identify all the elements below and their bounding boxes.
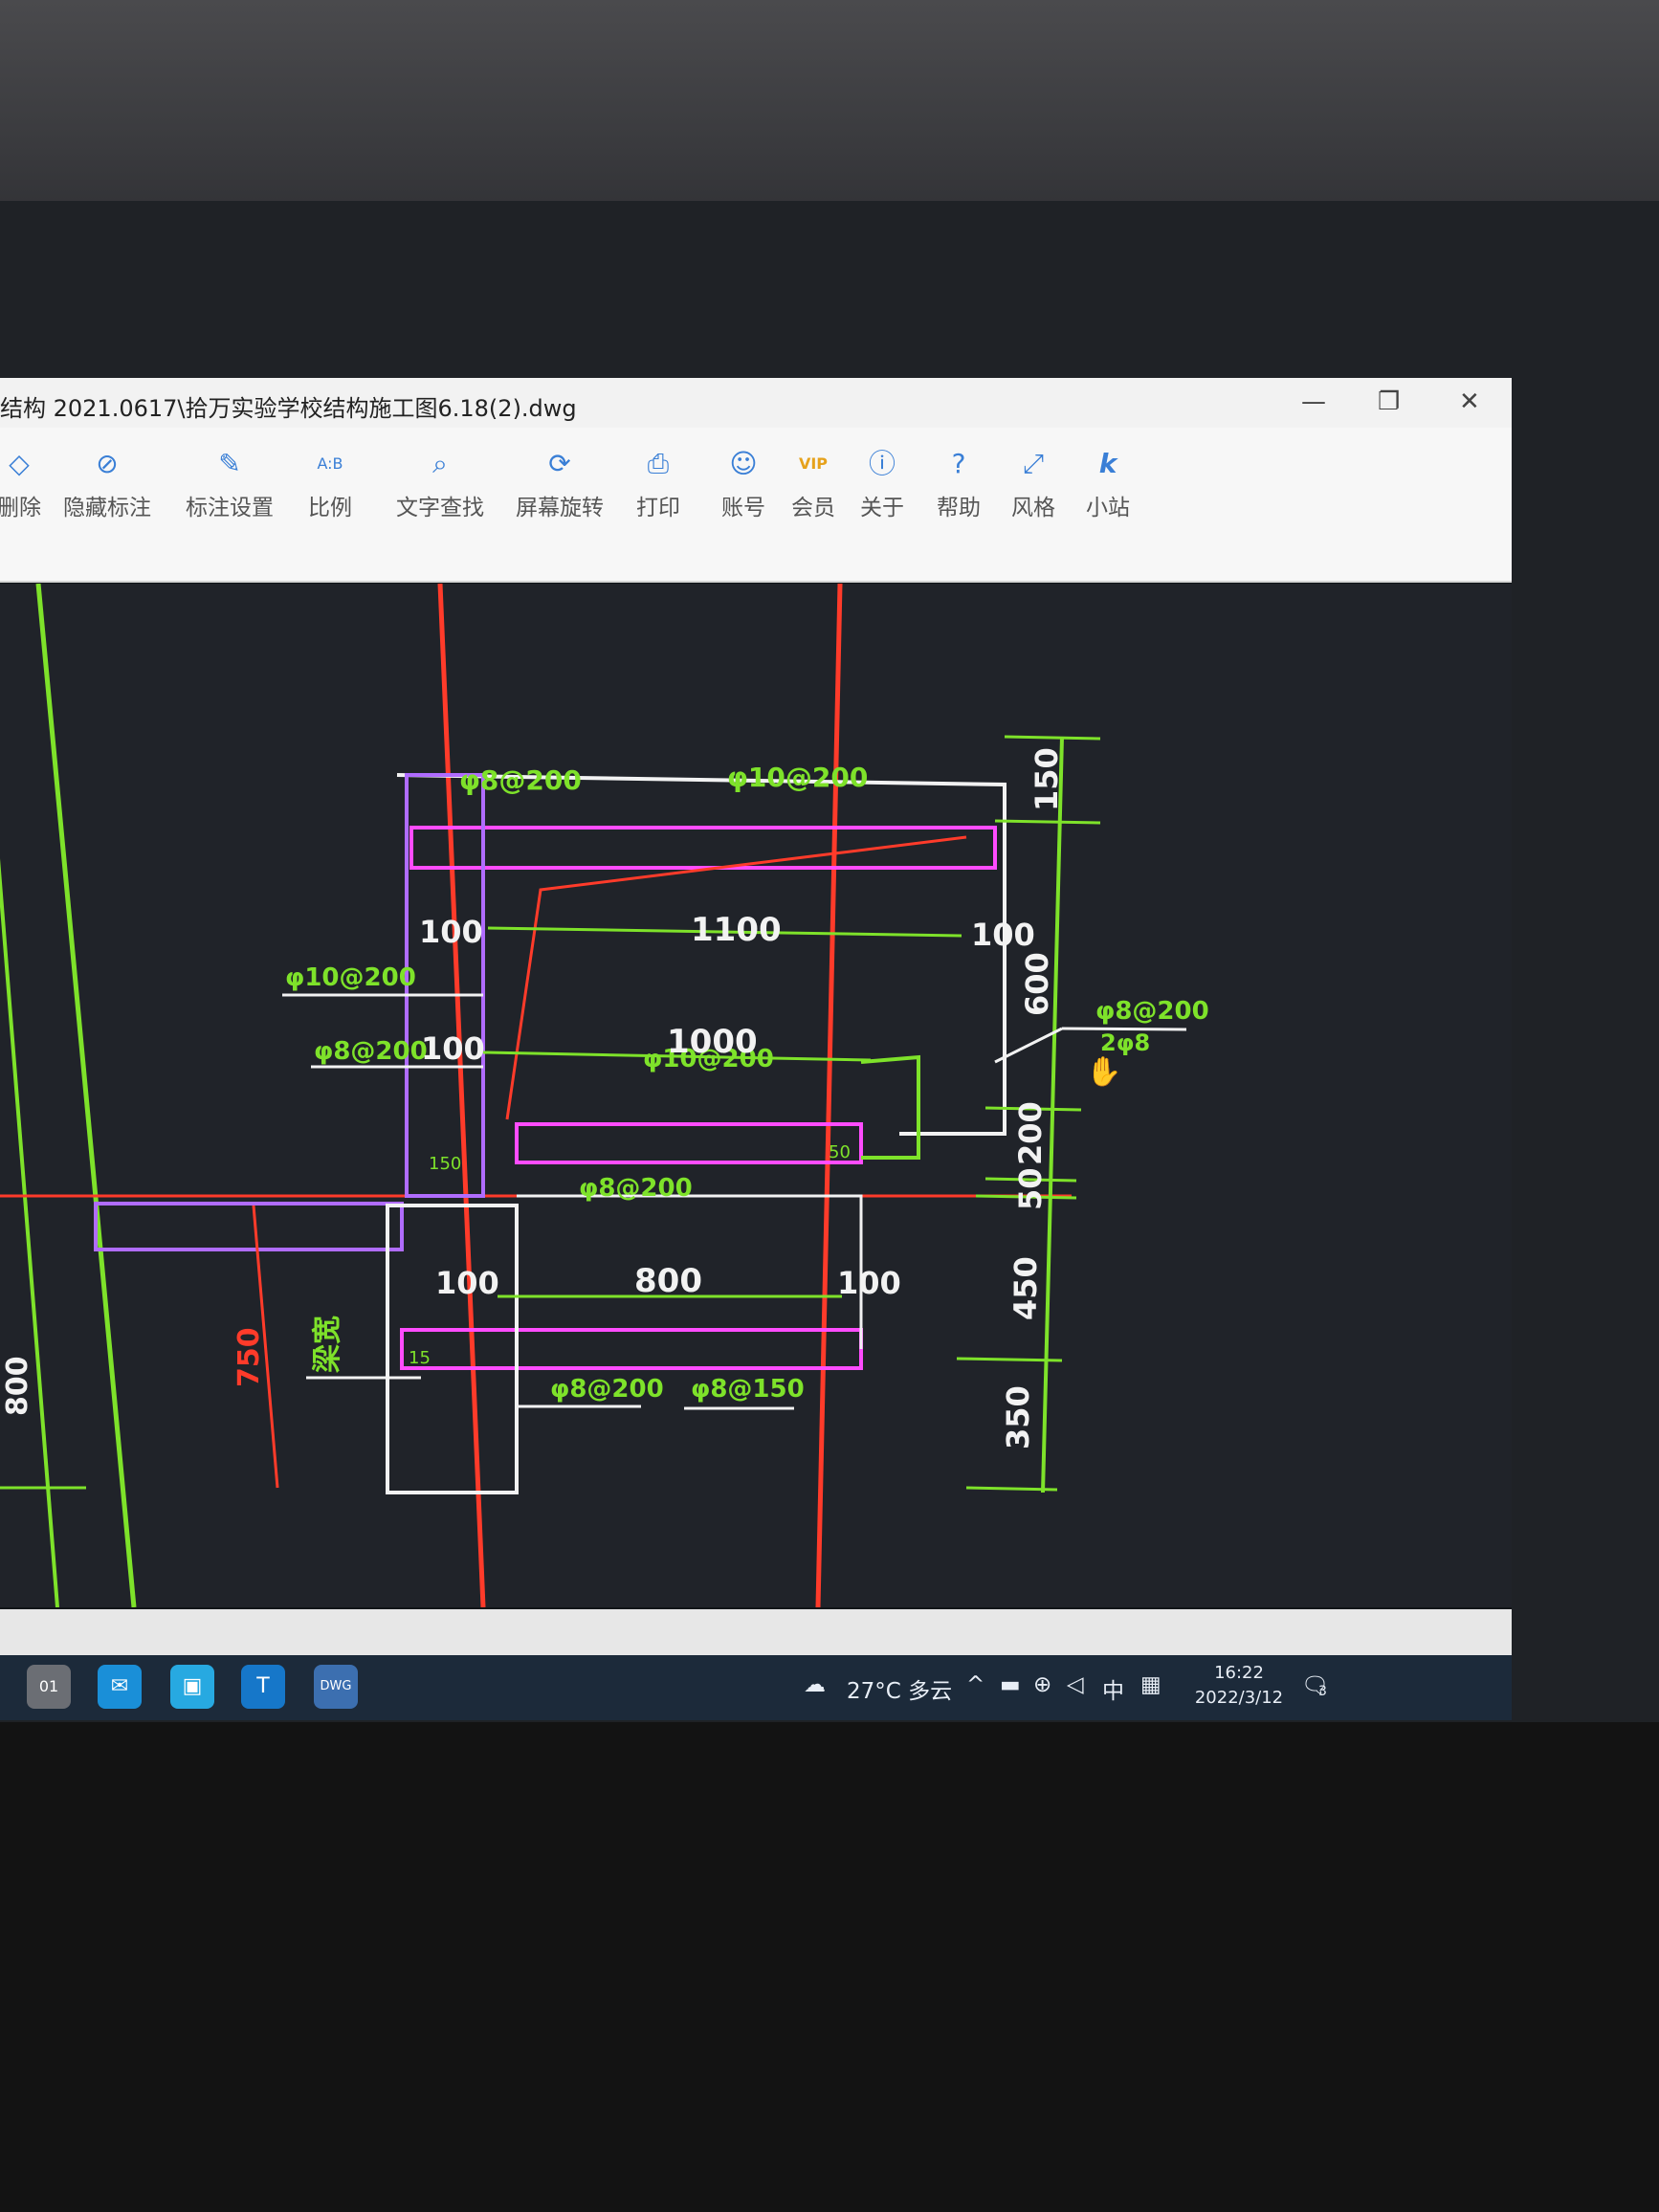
taskbar-app-t[interactable]: T <box>241 1665 285 1709</box>
vdim-tick-6 <box>956 1357 1063 1362</box>
dim-text-small: 50 <box>829 1142 851 1162</box>
close-button[interactable]: ✕ <box>1459 387 1480 416</box>
tool-hide-annotation[interactable]: ⊘ 隐藏标注 <box>59 437 155 542</box>
mid-slab <box>515 1122 863 1164</box>
text-search-icon: ⌕ <box>432 448 448 479</box>
clock-time: 16:22 <box>1214 1663 1264 1683</box>
rebar-label: φ8@200 <box>459 764 582 796</box>
rebar-red-diagonal <box>505 835 967 1120</box>
eraser-icon: ◇ <box>9 448 30 479</box>
printer-icon: ⎙ <box>647 448 670 479</box>
dim-text: 1100 <box>691 911 782 949</box>
help-icon: ? <box>951 448 966 479</box>
system-clock[interactable]: 16:22 2022/3/12 <box>1182 1661 1296 1711</box>
cad-drawing-svg: φ8@200 φ10@200 φ10@200 φ8@200 φ10@200 φ8… <box>0 583 1209 1608</box>
windows-taskbar: 01 ✉ ▣ T DWG ☁ 27°C 多云 ^ ▬ ⊕ ◁ 中 ▦ 16:22… <box>0 1655 1512 1720</box>
dim-text: 100 <box>435 1265 499 1301</box>
style-icon: ⤢ <box>1022 448 1045 479</box>
dim-text-small: 15 <box>409 1348 431 1368</box>
hand-cursor-icon: ✋ <box>1086 1054 1121 1089</box>
vertical-dim-text: 150 <box>1029 747 1065 811</box>
vertical-dim-text: 50 <box>1012 1167 1049 1210</box>
mid-bracket <box>860 1054 920 1160</box>
vertical-dim-text: 200 <box>1012 1101 1049 1165</box>
rebar-label: φ8@200 <box>579 1174 693 1203</box>
window-title: 结构 2021.0617\拾万实验学校结构施工图6.18(2).dwg <box>0 395 577 422</box>
axis-line-red-2 <box>815 583 843 1608</box>
scale-ruler-icon: A:B <box>317 454 343 473</box>
rotate-screen-icon: ⟳ <box>548 448 571 479</box>
vdim-tick-1 <box>1004 735 1101 741</box>
rebar-label: φ8@200 <box>1095 997 1209 1026</box>
volume-icon[interactable]: ◁ <box>1067 1672 1084 1697</box>
battery-icon[interactable]: ▬ <box>1000 1672 1021 1697</box>
dim-text: 800 <box>634 1262 702 1300</box>
toolbar-ribbon: ◇ 删除 ⊘ 隐藏标注 ✎ 标注设置 A:B 比例 ⌕ 文字查找 ⟳ 屏幕旋转 … <box>0 428 1512 583</box>
vdim-tick-2 <box>994 819 1101 825</box>
axis-line-green-left2 <box>0 858 59 1608</box>
axis-line-red-1 <box>437 583 486 1608</box>
cad-drawing-area[interactable]: φ8@200 φ10@200 φ10@200 φ8@200 φ10@200 φ8… <box>0 583 1512 1608</box>
rebar-label: φ10@200 <box>727 762 868 793</box>
rebar-label: 2φ8 <box>1100 1029 1150 1056</box>
rebar-label: φ10@200 <box>285 963 416 992</box>
vertical-dim-text: 600 <box>1019 952 1055 1016</box>
dim-text-800: 800 <box>1 1356 34 1416</box>
vip-icon: VIP <box>798 454 829 473</box>
dim-text: 100 <box>971 917 1035 953</box>
slab-left <box>94 1202 404 1251</box>
axis-line-green-left <box>35 583 137 1608</box>
tool-station[interactable]: k 小站 <box>1060 437 1156 542</box>
vertical-dim-text: 350 <box>1000 1385 1036 1449</box>
minimize-button[interactable]: — <box>1301 387 1326 416</box>
rebar-label: φ8@150 <box>691 1375 805 1404</box>
tool-annotation-settings[interactable]: ✎ 标注设置 <box>182 437 277 542</box>
tool-text-search[interactable]: ⌕ 文字查找 <box>392 437 488 542</box>
tool-rotate-screen[interactable]: ⟳ 屏幕旋转 <box>512 437 608 542</box>
vdim-tick-7 <box>965 1486 1058 1492</box>
weather-text[interactable]: 27°C 多云 <box>847 1672 952 1705</box>
taskbar-app-calendar[interactable]: 01 <box>27 1665 71 1709</box>
tool-print[interactable]: ⎙ 打印 <box>610 437 706 542</box>
rebar-label: φ8@200 <box>314 1037 428 1066</box>
taskbar-app-video[interactable]: ▣ <box>170 1665 214 1709</box>
beam-label: 梁宽 <box>311 1316 344 1373</box>
k-logo-icon: k <box>1098 448 1117 479</box>
info-icon: ⓘ <box>868 448 896 479</box>
notification-count: 3 <box>1318 1684 1327 1699</box>
desk-area <box>0 1722 1659 2212</box>
dim-text-750: 750 <box>232 1327 266 1387</box>
rebar-label: φ8@200 <box>550 1375 664 1404</box>
maximize-button[interactable]: ❐ <box>1378 387 1400 416</box>
dim-text-small: 150 <box>429 1154 461 1174</box>
dim-text: 100 <box>837 1265 901 1301</box>
top-slab <box>409 826 997 870</box>
eye-slash-icon: ⊘ <box>96 448 119 479</box>
window-titlebar[interactable]: 结构 2021.0617\拾万实验学校结构施工图6.18(2).dwg — ❐ … <box>0 378 1512 429</box>
dim-text: 100 <box>421 1030 485 1067</box>
dim-text: 100 <box>419 914 483 950</box>
vertical-dim-text: 450 <box>1007 1256 1044 1320</box>
annotation-settings-icon: ✎ <box>218 448 241 479</box>
horizontal-scrollbar[interactable] <box>0 1609 1512 1655</box>
taskbar-app-dwg[interactable]: DWG <box>314 1665 358 1709</box>
weather-icon[interactable]: ☁ <box>804 1672 826 1697</box>
ime-indicator[interactable]: 中 <box>1102 1672 1124 1705</box>
left-wall <box>405 773 485 1198</box>
tool-scale[interactable]: A:B 比例 <box>282 437 378 542</box>
tool-delete[interactable]: ◇ 删除 <box>0 437 67 542</box>
keyboard-icon[interactable]: ▦ <box>1140 1672 1161 1697</box>
clock-date: 2022/3/12 <box>1194 1688 1284 1708</box>
bottom-column <box>386 1204 519 1494</box>
taskbar-app-mail[interactable]: ✉ <box>98 1665 142 1709</box>
user-icon: ☺ <box>729 448 758 479</box>
globe-icon[interactable]: ⊕ <box>1033 1672 1051 1697</box>
dim-text: 1000 <box>667 1023 758 1061</box>
tray-chevron-icon[interactable]: ^ <box>966 1672 984 1697</box>
